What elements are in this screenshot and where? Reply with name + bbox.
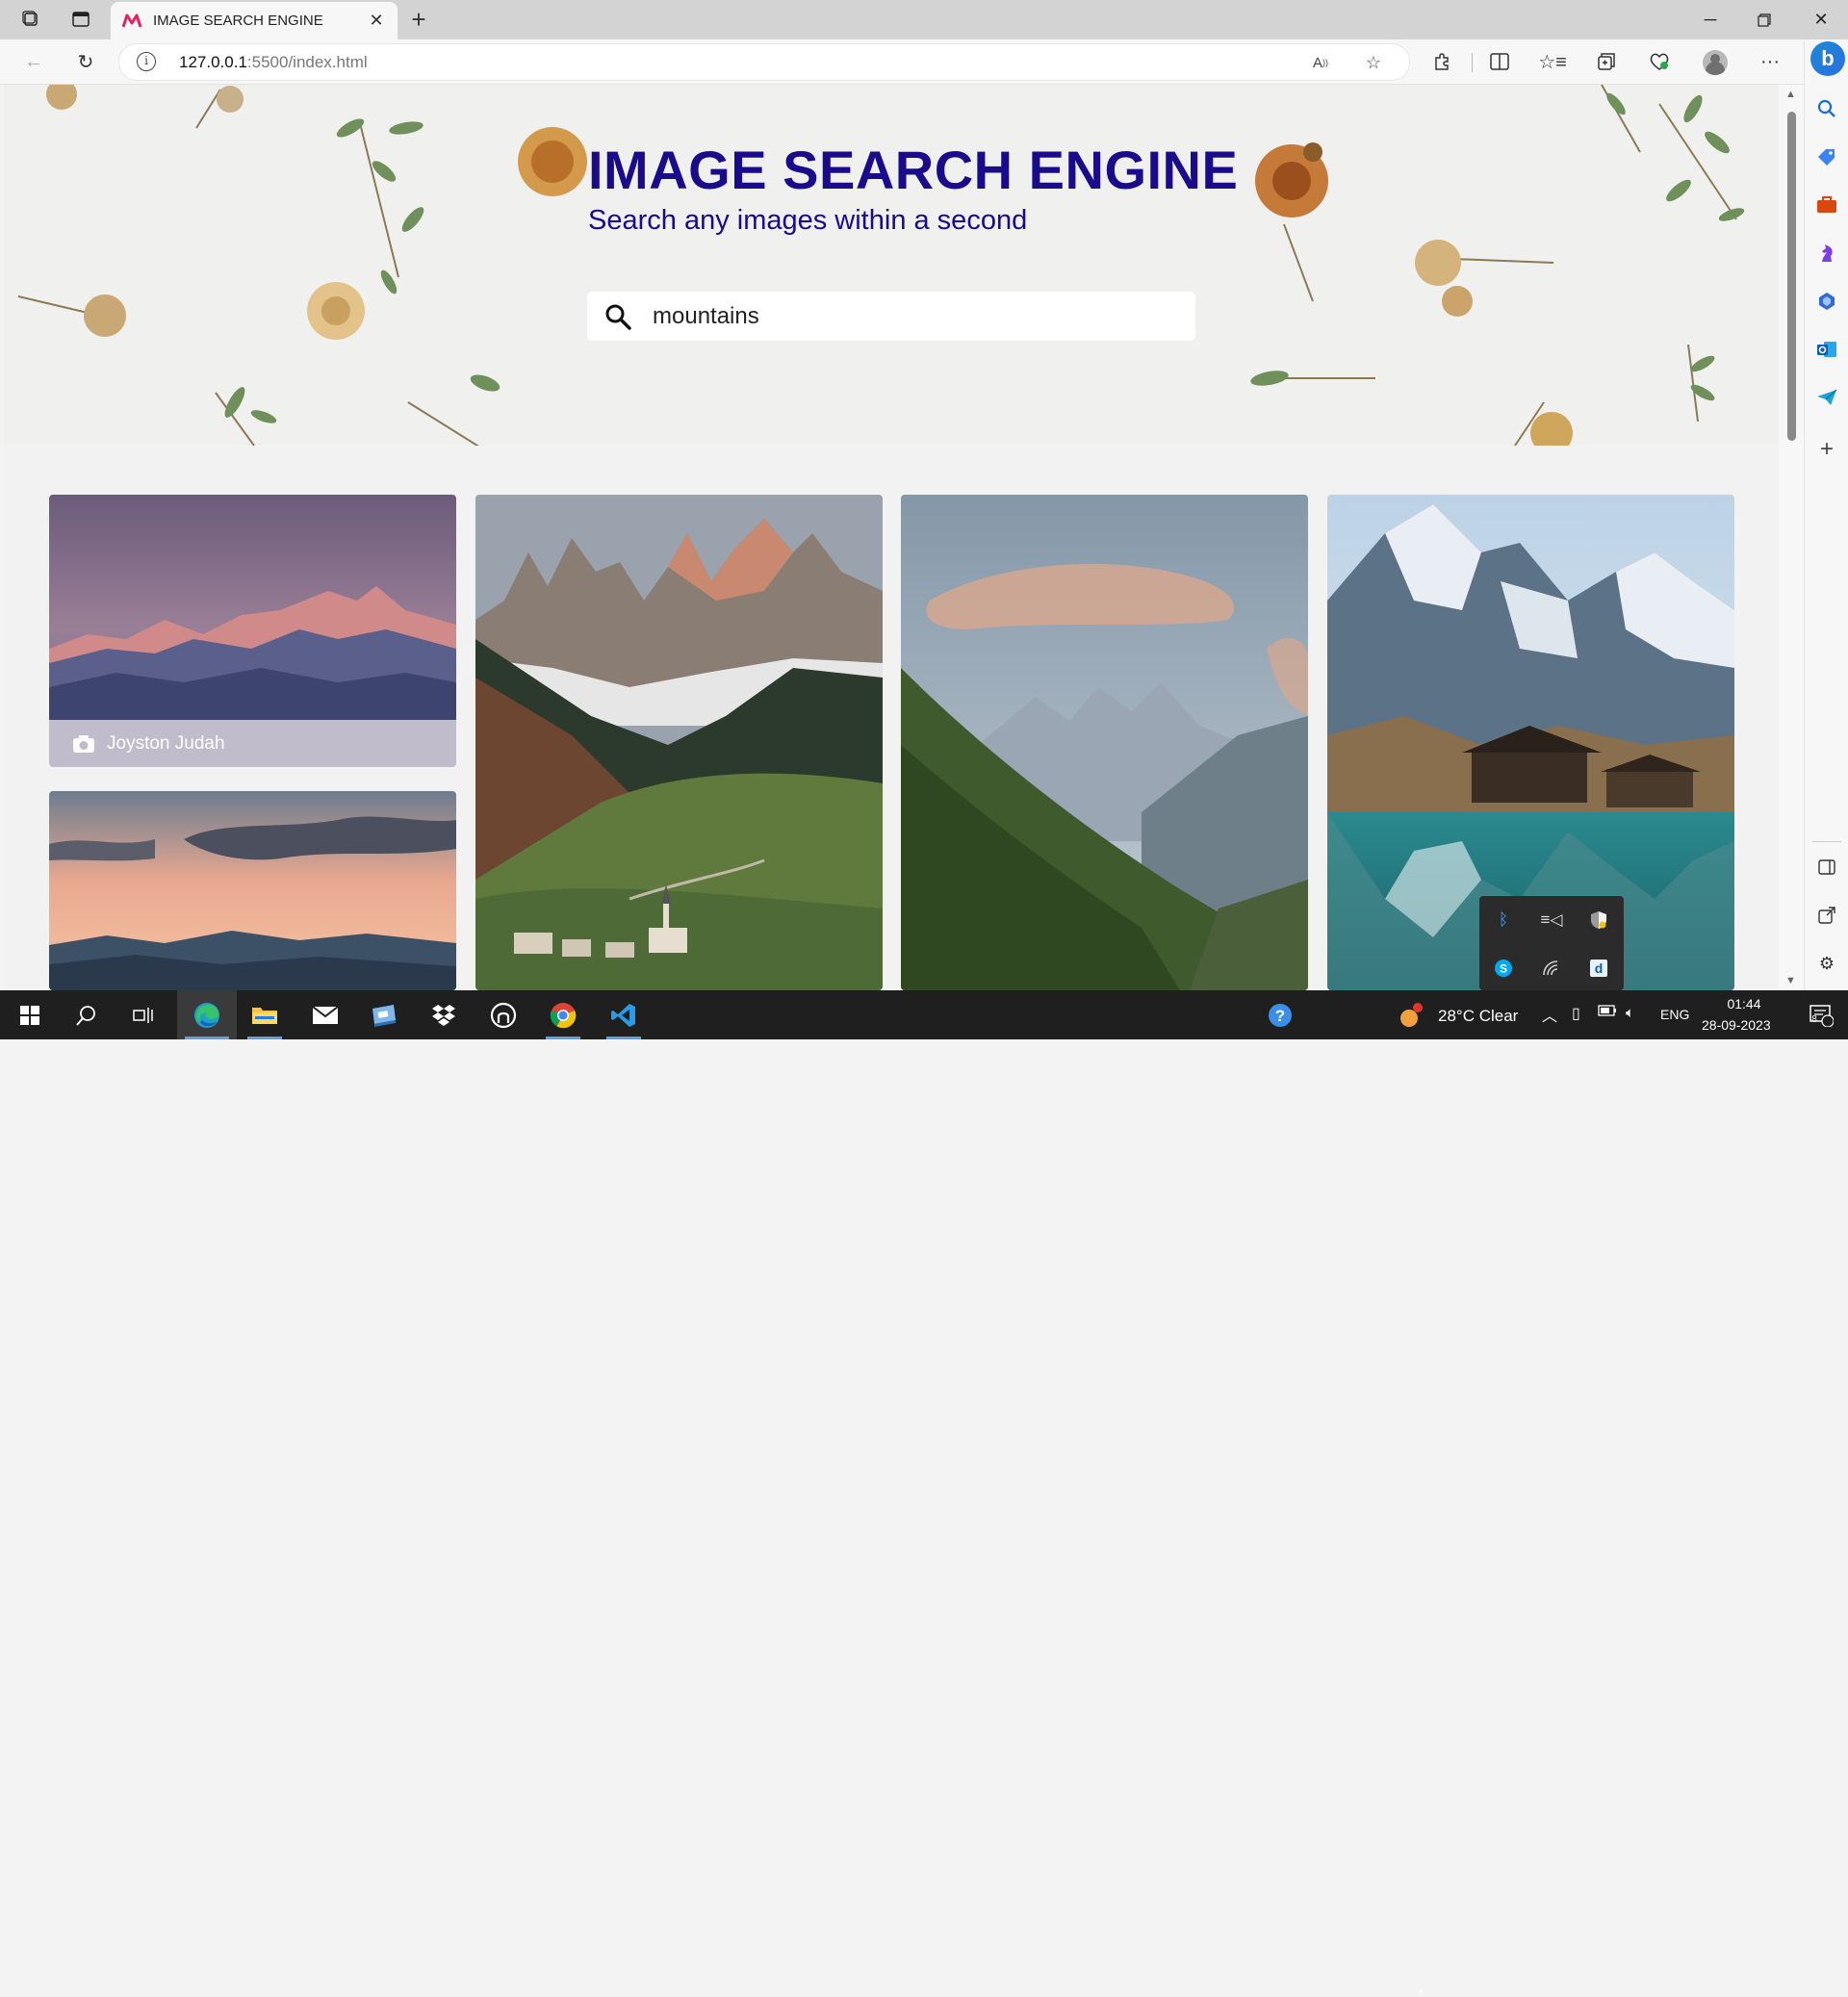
- gallery-image[interactable]: [475, 495, 883, 990]
- photographer-caption: Joyston Judah: [49, 720, 456, 767]
- weather-alert-badge: 1: [1418, 1987, 1424, 1997]
- help-icon[interactable]: ?: [1253, 990, 1307, 1039]
- read-aloud-icon[interactable]: A)): [1307, 50, 1334, 75]
- dropbox-icon[interactable]: [417, 990, 471, 1039]
- bluetooth-icon[interactable]: ᛒ: [1491, 908, 1516, 933]
- photographer-name: Joyston Judah: [107, 732, 225, 754]
- browser-titlebar: IMAGE SEARCH ENGINE ✕ + ─ ✕: [0, 0, 1848, 39]
- microsoft-365-icon[interactable]: [1813, 288, 1840, 315]
- open-external-icon[interactable]: [1813, 902, 1840, 929]
- svg-text:d: d: [1595, 960, 1604, 976]
- refresh-icon[interactable]: ↻: [69, 47, 102, 76]
- edge-taskbar-icon[interactable]: [177, 990, 237, 1039]
- page-subtitle: Search any images within a second: [588, 205, 1028, 236]
- back-icon[interactable]: ←: [17, 47, 50, 76]
- clock-time[interactable]: 01:44: [1725, 996, 1763, 1011]
- gallery-image[interactable]: [901, 495, 1308, 990]
- add-sidebar-app-icon[interactable]: +: [1813, 436, 1840, 463]
- taskbar-search-icon[interactable]: [60, 990, 114, 1039]
- search-icon[interactable]: [604, 303, 631, 330]
- camera-icon: [73, 734, 94, 753]
- vscode-icon[interactable]: [597, 990, 651, 1039]
- scroll-down-icon[interactable]: ▼: [1785, 975, 1796, 986]
- wifi-hotspot-icon[interactable]: [1539, 956, 1564, 981]
- workspaces-icon[interactable]: [15, 6, 46, 33]
- close-window-button[interactable]: ✕: [1794, 0, 1848, 39]
- url-text[interactable]: 127.0.0.1:5500/index.html: [179, 53, 368, 72]
- scroll-thumb[interactable]: [1787, 112, 1796, 441]
- outlook-icon[interactable]: [1813, 336, 1840, 363]
- search-box[interactable]: [587, 292, 1195, 341]
- volume-icon[interactable]: 🔈︎: [1626, 1005, 1634, 1021]
- m-logo-icon: [122, 13, 141, 27]
- games-chess-icon[interactable]: [1813, 240, 1840, 267]
- windows-taskbar: ? 1 28°C Clear ︿ ▯ 🔈︎ ENG 01:44 28-09-20…: [0, 990, 1848, 1997]
- page-scrollbar[interactable]: ▲ ▼: [1779, 85, 1804, 990]
- send-telegram-icon[interactable]: [1813, 384, 1840, 411]
- hide-sidebar-icon[interactable]: [1813, 854, 1840, 881]
- hero-banner: IMAGE SEARCH ENGINE Search any images wi…: [4, 85, 1779, 446]
- sidebar-settings-gear-icon[interactable]: ⚙: [1813, 950, 1840, 977]
- clock-date[interactable]: 28-09-2023: [1702, 1017, 1771, 1033]
- image-card[interactable]: [901, 495, 1308, 990]
- scroll-up-icon[interactable]: ▲: [1785, 89, 1796, 100]
- weather-icon[interactable]: [1394, 990, 1428, 1039]
- security-shield-icon[interactable]: [1586, 908, 1611, 933]
- search-input[interactable]: [653, 300, 1172, 332]
- chrome-icon[interactable]: [536, 990, 590, 1039]
- tools-briefcase-icon[interactable]: [1813, 192, 1840, 218]
- task-view-icon[interactable]: [116, 990, 170, 1039]
- page-title: IMAGE SEARCH ENGINE: [588, 140, 1239, 200]
- notification-count-badge: 8: [1811, 1014, 1817, 1025]
- svg-text:?: ?: [1275, 1007, 1285, 1025]
- minimize-button[interactable]: ─: [1683, 0, 1737, 39]
- new-tab-button[interactable]: +: [404, 6, 433, 33]
- desktop-app-icon[interactable]: [356, 990, 410, 1039]
- dell-app-icon[interactable]: d: [1586, 956, 1611, 981]
- shopping-tag-icon[interactable]: [1813, 143, 1840, 170]
- bing-chat-icon[interactable]: b: [1810, 41, 1845, 76]
- collections-icon[interactable]: [1590, 47, 1623, 76]
- battery-icon[interactable]: [1598, 1004, 1617, 1021]
- svg-text:S: S: [1500, 962, 1507, 976]
- address-bar[interactable]: i 127.0.0.1:5500/index.html A)) ☆: [119, 44, 1409, 80]
- image-card[interactable]: Joyston Judah: [49, 495, 456, 767]
- tab-title: IMAGE SEARCH ENGINE: [153, 13, 323, 29]
- favorite-star-icon[interactable]: ☆: [1360, 50, 1387, 75]
- image-card[interactable]: [475, 495, 883, 990]
- sidebar-divider: [1812, 841, 1841, 842]
- tray-overflow-popup: ᛒ ≡◁ S d: [1479, 896, 1624, 990]
- skype-icon[interactable]: S: [1491, 956, 1516, 981]
- image-card[interactable]: [49, 791, 456, 990]
- extensions-icon[interactable]: [1425, 47, 1458, 76]
- github-desktop-icon[interactable]: [476, 990, 530, 1039]
- notifications-icon[interactable]: [1794, 990, 1848, 1039]
- media-playback-icon[interactable]: ≡◁: [1539, 908, 1564, 933]
- toolbar-divider: [1472, 53, 1473, 72]
- favorites-icon[interactable]: ☆≡: [1536, 47, 1569, 76]
- tab-close-icon[interactable]: ✕: [367, 11, 386, 31]
- page-viewport: IMAGE SEARCH ENGINE Search any images wi…: [4, 85, 1779, 990]
- tab-actions-icon[interactable]: [65, 6, 96, 33]
- file-explorer-icon[interactable]: [238, 990, 292, 1039]
- meet-now-icon[interactable]: ▯: [1572, 1004, 1580, 1023]
- mail-icon[interactable]: [298, 990, 352, 1039]
- show-hidden-icons-chevron-icon[interactable]: ︿: [1542, 1003, 1557, 1026]
- gallery-image[interactable]: [49, 791, 456, 990]
- weather-text[interactable]: 28°C Clear: [1438, 1007, 1518, 1026]
- input-language[interactable]: ENG: [1660, 1007, 1689, 1022]
- settings-more-icon[interactable]: ···: [1754, 47, 1786, 76]
- browser-navbar: ← ↻ i 127.0.0.1:5500/index.html A)) ☆ ☆≡…: [0, 39, 1848, 85]
- site-info-icon[interactable]: i: [137, 52, 156, 71]
- browser-essentials-icon[interactable]: [1643, 47, 1676, 76]
- browser-tab[interactable]: IMAGE SEARCH ENGINE ✕: [111, 2, 398, 39]
- search-sidebar-icon[interactable]: [1813, 95, 1840, 122]
- edge-sidebar: b + ⚙: [1804, 39, 1848, 990]
- split-screen-icon[interactable]: [1483, 47, 1516, 76]
- windows-start-icon[interactable]: [3, 990, 57, 1039]
- gallery-image[interactable]: [49, 495, 456, 720]
- avatar-icon[interactable]: [1703, 50, 1728, 75]
- restore-button[interactable]: [1737, 0, 1791, 39]
